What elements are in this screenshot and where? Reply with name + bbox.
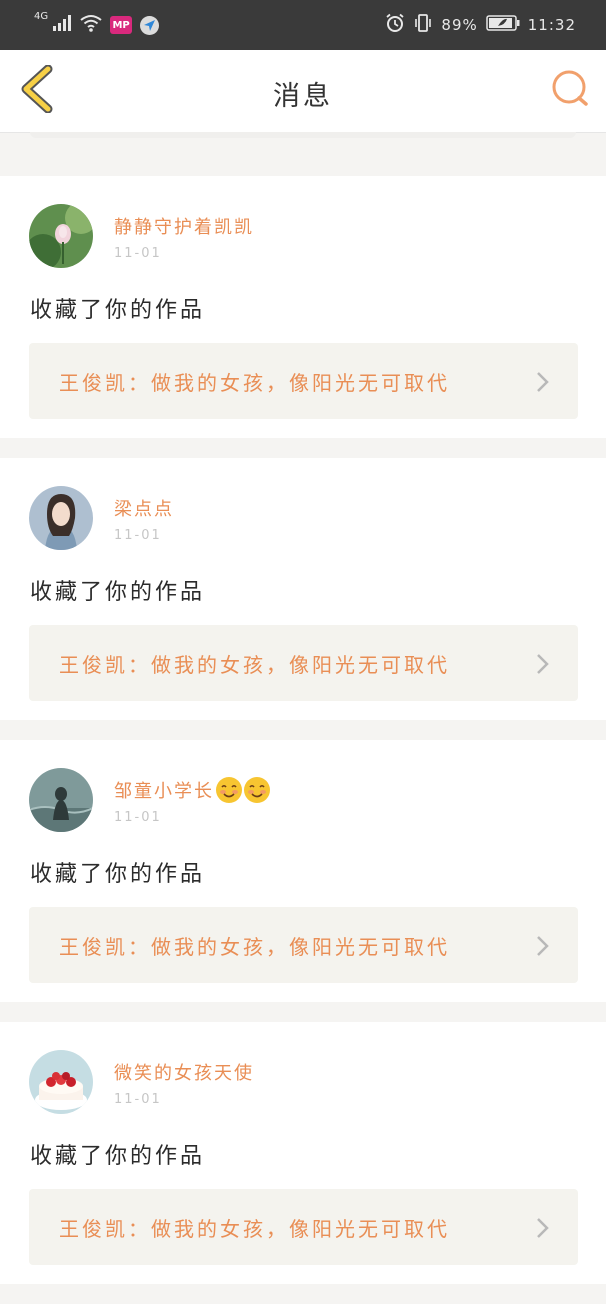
- work-link[interactable]: 王俊凯：做我的女孩，像阳光无可取代: [29, 343, 578, 419]
- chevron-right-icon: [536, 1217, 550, 1243]
- header-divider: [30, 132, 576, 138]
- message-card: 邹童小学长 11-01 收藏了你的作品 王俊凯：做我的女孩，像阳光无可取代: [0, 740, 606, 1002]
- work-link[interactable]: 王俊凯：做我的女孩，像阳光无可取代: [29, 1189, 578, 1265]
- work-title: 王俊凯：做我的女孩，像阳光无可取代: [59, 934, 450, 959]
- avatar[interactable]: [29, 1050, 93, 1114]
- wifi-icon: [80, 14, 102, 36]
- avatar[interactable]: [29, 486, 93, 550]
- chevron-right-icon: [536, 653, 550, 679]
- search-button[interactable]: [548, 68, 592, 112]
- message-card: 静静守护着凯凯 11-01 收藏了你的作品 王俊凯：做我的女孩，像阳光无可取代: [0, 176, 606, 438]
- message-action: 收藏了你的作品: [30, 1144, 206, 1169]
- chevron-right-icon: [536, 935, 550, 961]
- battery-percent: 89%: [441, 16, 478, 34]
- network-type: 4G: [34, 11, 49, 22]
- message-action: 收藏了你的作品: [30, 298, 206, 323]
- work-title: 王俊凯：做我的女孩，像阳光无可取代: [59, 370, 450, 395]
- message-action: 收藏了你的作品: [30, 862, 206, 887]
- message-card: 梁点点 11-01 收藏了你的作品 王俊凯：做我的女孩，像阳光无可取代: [0, 458, 606, 720]
- page-title: 消息: [273, 81, 333, 112]
- avatar[interactable]: [29, 204, 93, 268]
- message-list: 静静守护着凯凯 11-01 收藏了你的作品 王俊凯：做我的女孩，像阳光无可取代 …: [0, 176, 606, 1304]
- work-link[interactable]: 王俊凯：做我的女孩，像阳光无可取代: [29, 907, 578, 983]
- navigation-app-icon: [140, 15, 160, 35]
- work-title: 王俊凯：做我的女孩，像阳光无可取代: [59, 1216, 450, 1241]
- alarm-icon: [385, 13, 405, 37]
- status-bar: 4G MP 89% 11:32: [0, 0, 606, 50]
- mp-app-icon: MP: [110, 16, 133, 34]
- username[interactable]: 邹童小学长: [114, 777, 270, 803]
- smile-emoji-icon: [216, 777, 242, 803]
- message-date: 11-01: [114, 528, 162, 543]
- username[interactable]: 微笑的女孩天使: [114, 1059, 254, 1085]
- message-card: 微笑的女孩天使 11-01 收藏了你的作品 王俊凯：做我的女孩，像阳光无可取代: [0, 1022, 606, 1284]
- app-header: 消息: [0, 50, 606, 133]
- smile-emoji-icon: [244, 777, 270, 803]
- message-date: 11-01: [114, 1092, 162, 1107]
- signal-icon: [52, 14, 72, 36]
- clock: 11:32: [527, 16, 576, 34]
- avatar[interactable]: [29, 768, 93, 832]
- chevron-right-icon: [536, 371, 550, 397]
- username[interactable]: 静静守护着凯凯: [114, 213, 254, 239]
- work-title: 王俊凯：做我的女孩，像阳光无可取代: [59, 652, 450, 677]
- message-date: 11-01: [114, 810, 162, 825]
- message-action: 收藏了你的作品: [30, 580, 206, 605]
- search-icon: [551, 69, 589, 111]
- vibrate-icon: [413, 13, 433, 37]
- message-date: 11-01: [114, 246, 162, 261]
- battery-icon: [486, 15, 520, 35]
- username[interactable]: 梁点点: [114, 495, 174, 521]
- work-link[interactable]: 王俊凯：做我的女孩，像阳光无可取代: [29, 625, 578, 701]
